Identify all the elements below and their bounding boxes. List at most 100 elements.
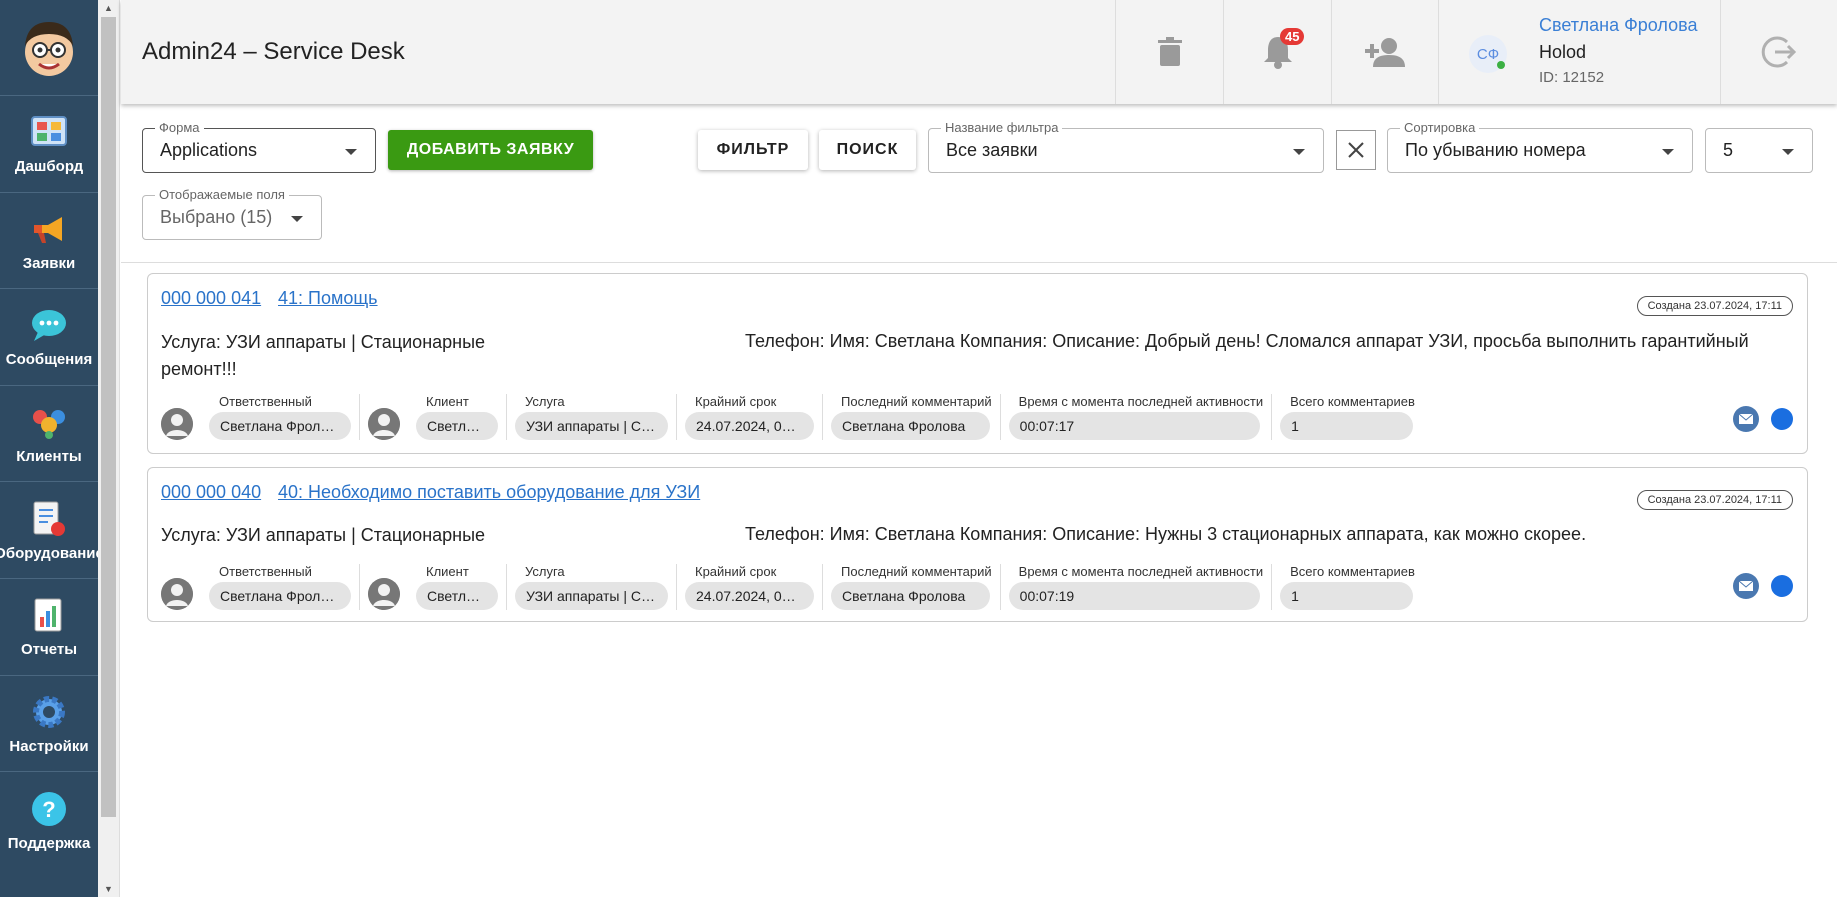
add-user-icon <box>1365 38 1405 67</box>
displayed-fields-value: Выбрано (15) <box>160 207 273 227</box>
client-chip[interactable]: Светлана <box>416 412 498 440</box>
meta-client: Клиент Светлана <box>408 394 507 440</box>
chevron-down-icon <box>1662 149 1674 155</box>
ticket-meta: Ответственный Светлана Фролова Клиент Св… <box>161 564 1423 610</box>
chevron-down-icon <box>1782 149 1794 155</box>
meta-deadline: Крайний срок 24.07.2024, 04:11 <box>677 564 823 610</box>
sidebar-item-label: Заявки <box>22 254 76 272</box>
form-select-label: Форма <box>155 120 204 135</box>
sidebar-item-messages[interactable]: Сообщения <box>0 289 98 386</box>
mail-icon[interactable] <box>1733 573 1759 599</box>
ticket-number[interactable]: 000 000 041 <box>161 288 261 309</box>
sidebar-item-clients[interactable]: Клиенты <box>0 386 98 483</box>
form-select-value: Applications <box>160 140 258 160</box>
ticket-card[interactable]: 000 000 041 41: Помощь Создана 23.07.202… <box>147 273 1808 454</box>
last-comment-chip[interactable]: Светлана Фролова <box>831 582 990 610</box>
meta-client: Клиент Светлана <box>408 564 507 610</box>
help-icon: ? <box>29 789 69 829</box>
meta-deadline: Крайний срок 24.07.2024, 04:11 <box>677 394 823 440</box>
trash-button[interactable] <box>1115 0 1223 104</box>
sidebar-item-label: Дашборд <box>14 158 84 176</box>
sidebar-item-requests[interactable]: Заявки <box>0 193 98 290</box>
equipment-icon <box>29 499 69 539</box>
client-chip[interactable]: Светлана <box>416 582 498 610</box>
form-select[interactable]: Форма Applications <box>142 120 376 173</box>
sidebar-item-support[interactable]: ? Поддержка <box>0 772 98 869</box>
person-icon <box>368 578 400 610</box>
add-user-button[interactable] <box>1331 0 1438 104</box>
ticket-card[interactable]: 000 000 040 40: Необходимо поставить обо… <box>147 467 1808 622</box>
meta-service: Услуга УЗИ аппараты | Ста... <box>507 564 677 610</box>
ticket-description: Телефон: Имя: Светлана Компания: Описани… <box>745 524 1587 544</box>
meta-last-comment: Последний комментарий Светлана Фролова <box>823 394 1001 440</box>
trash-icon <box>1157 37 1182 66</box>
sidebar-item-label: Клиенты <box>16 448 82 466</box>
chevron-down-icon <box>1293 149 1305 155</box>
sort-value: По убыванию номера <box>1405 140 1586 160</box>
last-comment-chip[interactable]: Светлана Фролова <box>831 412 990 440</box>
created-badge: Создана 23.07.2024, 17:11 <box>1636 490 1793 510</box>
online-status-dot <box>1497 61 1505 69</box>
deadline-chip[interactable]: 24.07.2024, 04:11 <box>685 582 814 610</box>
dashboard-icon <box>29 112 69 152</box>
logout-button[interactable] <box>1720 0 1837 104</box>
add-request-button[interactable]: ДОБАВИТЬ ЗАЯВКУ <box>388 130 593 170</box>
ticket-title[interactable]: 40: Необходимо поставить оборудование дл… <box>278 482 700 503</box>
avatar-cartoon-icon <box>25 21 73 76</box>
total-comments-chip: 1 <box>1280 412 1414 440</box>
sidebar-item-equipment[interactable]: Оборудование <box>0 482 104 579</box>
displayed-fields-select[interactable]: Отображаемые поля Выбрано (15) <box>142 187 322 240</box>
deadline-chip[interactable]: 24.07.2024, 04:11 <box>685 412 814 440</box>
meta-last-comment: Последний комментарий Светлана Фролова <box>823 564 1001 610</box>
page-size-select[interactable]: 5 <box>1705 128 1813 173</box>
filter-button[interactable]: ФИЛЬТР <box>698 130 808 170</box>
logout-icon <box>1761 36 1797 68</box>
ticket-description-continued: ремонт!!! <box>161 359 237 379</box>
person-icon <box>368 408 400 440</box>
ticket-number[interactable]: 000 000 040 <box>161 482 261 503</box>
chevron-down-icon <box>345 149 357 155</box>
sort-label: Сортировка <box>1400 120 1480 135</box>
activity-chip: 00:07:19 <box>1008 582 1260 610</box>
logo[interactable] <box>0 0 98 96</box>
scroll-up-icon[interactable]: ▲ <box>104 3 113 13</box>
user-profile[interactable]: СФ Светлана Фролова Holod ID: 12152 <box>1438 0 1720 104</box>
svg-text:?: ? <box>42 797 55 822</box>
notification-badge: 45 <box>1280 28 1305 45</box>
sidebar-item-label: Оборудование <box>0 544 104 562</box>
responsible-chip[interactable]: Светлана Фролова <box>209 412 351 440</box>
sidebar-item-settings[interactable]: Настройки <box>0 676 98 773</box>
scrollbar-thumb[interactable] <box>101 17 116 817</box>
ticket-title[interactable]: 41: Помощь <box>278 288 378 309</box>
mail-icon[interactable] <box>1733 406 1759 432</box>
chevron-down-icon <box>291 216 303 222</box>
gear-icon <box>29 692 69 732</box>
clear-filter-button[interactable] <box>1336 130 1376 170</box>
service-chip[interactable]: УЗИ аппараты | Ста... <box>515 412 668 440</box>
ticket-service-line: Услуга: УЗИ аппараты | Стационарные <box>161 525 486 545</box>
user-name[interactable]: Светлана Фролова <box>1539 15 1697 36</box>
filter-name-select[interactable]: Название фильтра Все заявки <box>928 120 1324 173</box>
scroll-down-icon[interactable]: ▼ <box>104 884 113 894</box>
sidebar-item-dashboard[interactable]: Дашборд <box>0 96 98 193</box>
status-dot <box>1771 408 1793 430</box>
ticket-actions <box>1733 573 1793 599</box>
meta-responsible: Ответственный Светлана Фролова <box>201 394 360 440</box>
notifications-button[interactable]: 45 <box>1223 0 1331 104</box>
avatar: СФ <box>1469 35 1507 73</box>
search-button[interactable]: ПОИСК <box>819 130 916 170</box>
sort-select[interactable]: Сортировка По убыванию номера <box>1387 120 1693 173</box>
toolbar-divider <box>121 262 1837 263</box>
service-chip[interactable]: УЗИ аппараты | Ста... <box>515 582 668 610</box>
responsible-chip[interactable]: Светлана Фролова <box>209 582 351 610</box>
ticket-actions <box>1733 406 1793 432</box>
user-id: ID: 12152 <box>1539 69 1605 86</box>
sidebar-item-label: Отчеты <box>20 641 78 659</box>
total-comments-chip: 1 <box>1280 582 1414 610</box>
meta-activity: Время с момента последней активности 00:… <box>1001 394 1273 440</box>
page-scrollbar[interactable]: ▲ ▼ <box>98 0 120 897</box>
sidebar-item-label: Поддержка <box>7 834 91 852</box>
sidebar-item-reports[interactable]: Отчеты <box>0 579 98 676</box>
status-dot <box>1771 575 1793 597</box>
filter-name-label: Название фильтра <box>941 120 1063 135</box>
